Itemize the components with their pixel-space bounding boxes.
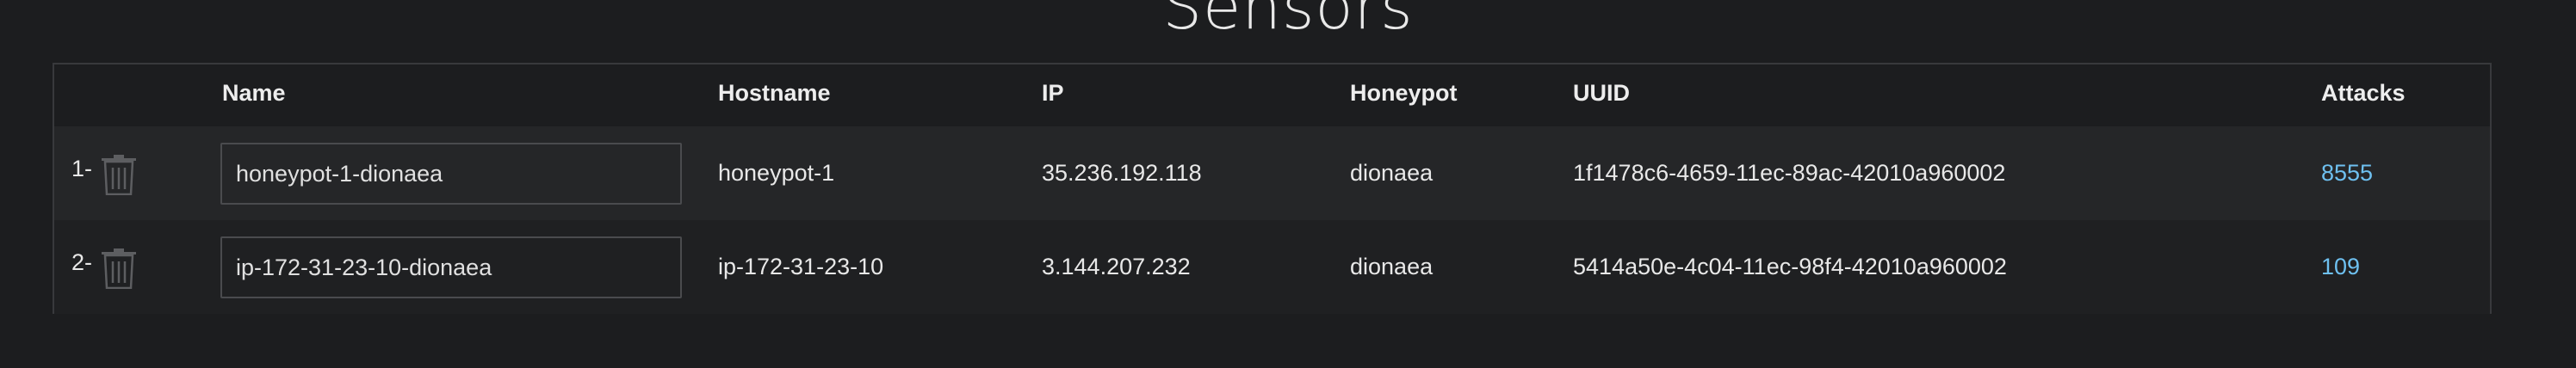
row-index: 2- [71,249,93,275]
honeypot-cell: dionaea [1350,254,1434,279]
column-header-honeypot[interactable]: Honeypot [1350,78,1458,107]
honeypot-cell: dionaea [1350,160,1434,186]
column-header-attacks[interactable]: Attacks [2321,78,2406,107]
uuid-cell: 5414a50e-4c04-11ec-98f4-42010a960002 [1573,254,2007,279]
attacks-link[interactable]: 109 [2321,254,2360,279]
attacks-cell: 109 [2321,252,2360,281]
column-header-name[interactable]: Name [222,78,286,107]
row-index: 1- [71,156,93,181]
column-header-hostname[interactable]: Hostname [718,78,831,107]
sensors-table: Name Hostname IP Honeypot UUID Attacks 1… [53,63,2492,314]
sensor-name-input[interactable] [220,143,682,205]
sensor-name-input[interactable] [220,236,682,298]
table-row: 1- honeypot-1 35.236.192.118 dionaea 1f1… [54,126,2490,220]
attacks-link[interactable]: 8555 [2321,160,2373,186]
hostname-cell: ip-172-31-23-10 [718,254,884,279]
column-header-uuid[interactable]: UUID [1573,78,1630,107]
page-title: Sensors [1162,0,1414,43]
table-row: 2- ip-172-31-23-10 3.144.207.232 dionaea… [54,220,2490,314]
ip-cell: 3.144.207.232 [1042,254,1191,279]
hostname-cell: honeypot-1 [718,160,835,186]
uuid-cell: 1f1478c6-4659-11ec-89ac-42010a960002 [1573,160,2006,186]
table-header-row: Name Hostname IP Honeypot UUID Attacks [54,64,2490,126]
ip-cell: 35.236.192.118 [1042,160,1202,186]
attacks-cell: 8555 [2321,158,2373,187]
trash-icon[interactable] [100,248,138,290]
trash-icon[interactable] [100,154,138,196]
column-header-ip[interactable]: IP [1042,78,1064,107]
